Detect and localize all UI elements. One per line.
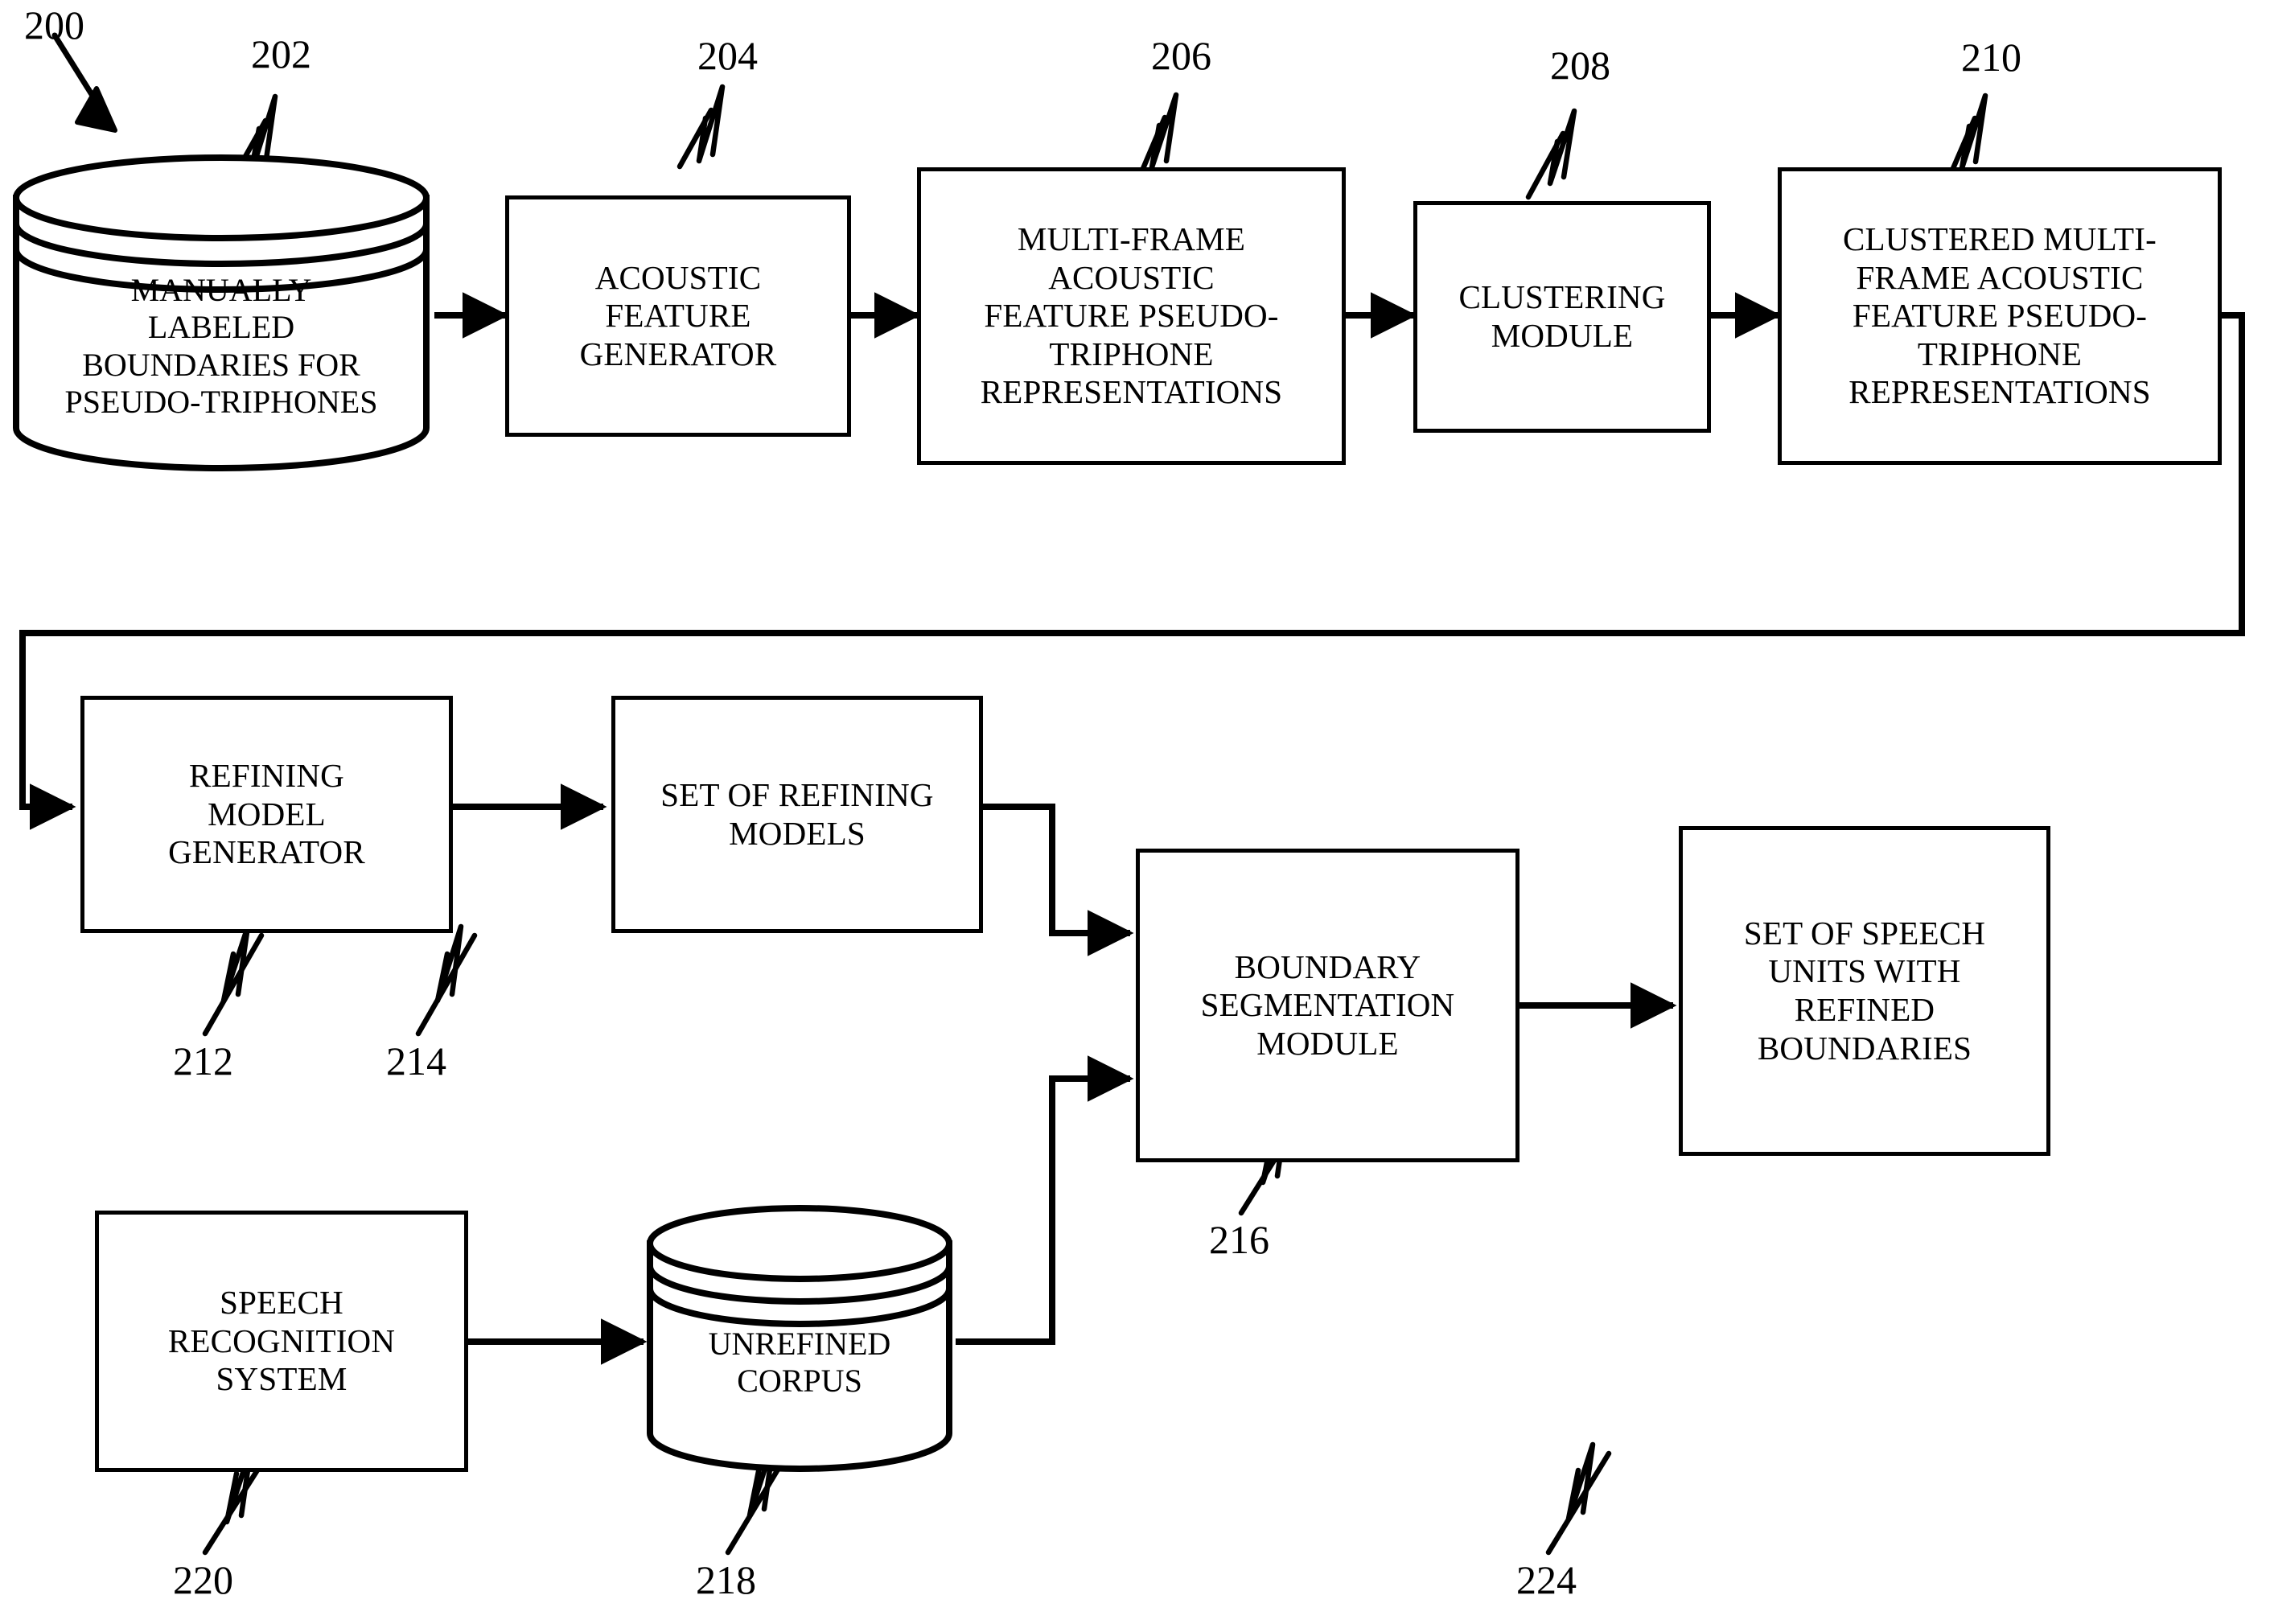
node-boundary-segmentation-module[interactable]: BOUNDARY SEGMENTATION MODULE [1136, 849, 1520, 1162]
node-210-label: CLUSTERED MULTI- FRAME ACOUSTIC FEATURE … [1842, 220, 2157, 411]
refnum-212: 212 [173, 1038, 233, 1083]
node-214-label: SET OF REFINING MODELS [660, 775, 934, 852]
node-220-label: SPEECH RECOGNITION SYSTEM [167, 1284, 396, 1398]
node-set-of-speech-units[interactable]: SET OF SPEECH UNITS WITH REFINED BOUNDAR… [1679, 826, 2050, 1156]
refnum-218: 218 [696, 1557, 756, 1602]
leader-200-head [75, 86, 117, 133]
refnum-224: 224 [1516, 1557, 1577, 1602]
refnum-210: 210 [1961, 35, 2021, 80]
node-206-label: MULTI-FRAME ACOUSTIC FEATURE PSEUDO- TRI… [980, 220, 1283, 411]
node-208-label: CLUSTERING MODULE [1458, 278, 1666, 354]
node-clustered-representations[interactable]: CLUSTERED MULTI- FRAME ACOUSTIC FEATURE … [1778, 167, 2222, 465]
refnum-206: 206 [1151, 33, 1211, 78]
patent-figure: MANUALLY LABELED BOUNDARIES FOR PSEUDO-T… [0, 0, 2270, 1624]
leader-204-squiggle [696, 84, 726, 164]
leader-212 [202, 932, 265, 1037]
database-unrefined-corpus: UNREFINED CORPUS [644, 1205, 956, 1478]
database-218-label: UNREFINED CORPUS [708, 1326, 891, 1400]
node-224-label: SET OF SPEECH UNITS WITH REFINED BOUNDAR… [1743, 914, 1986, 1067]
node-multiframe-representations[interactable]: MULTI-FRAME ACOUSTIC FEATURE PSEUDO- TRI… [917, 167, 1346, 465]
refnum-214: 214 [386, 1038, 446, 1083]
leader-208-squiggle [1547, 108, 1577, 187]
leader-212-squiggle [220, 923, 251, 1004]
node-216-label: BOUNDARY SEGMENTATION MODULE [1200, 948, 1455, 1062]
leader-206-squiggle [1149, 92, 1179, 171]
node-212-label: REFINING MODEL GENERATOR [168, 757, 365, 871]
node-204-label: ACOUSTIC FEATURE GENERATOR [579, 258, 777, 372]
leader-214 [415, 932, 478, 1037]
leader-214-squiggle [434, 923, 464, 1004]
node-acoustic-feature-generator[interactable]: ACOUSTIC FEATURE GENERATOR [505, 195, 851, 437]
refnum-200: 200 [24, 2, 84, 47]
refnum-220: 220 [173, 1557, 233, 1602]
connector-214-to-216 [983, 804, 1134, 956]
leader-224-squiggle [1565, 1441, 1596, 1522]
refnum-216: 216 [1209, 1217, 1269, 1262]
node-speech-recognition-system[interactable]: SPEECH RECOGNITION SYSTEM [95, 1211, 468, 1472]
connector-218-to-216 [956, 1055, 1134, 1345]
refnum-208: 208 [1550, 43, 1610, 88]
node-refining-model-generator[interactable]: REFINING MODEL GENERATOR [80, 696, 453, 933]
leader-210-squiggle [1959, 93, 1988, 171]
node-set-of-refining-models[interactable]: SET OF REFINING MODELS [611, 696, 983, 933]
database-manually-labeled-boundaries: MANUALLY LABELED BOUNDARIES FOR PSEUDO-T… [8, 151, 434, 473]
refnum-204: 204 [697, 33, 758, 78]
refnum-202: 202 [251, 31, 311, 76]
node-clustering-module[interactable]: CLUSTERING MODULE [1413, 201, 1711, 433]
database-202-label: MANUALLY LABELED BOUNDARIES FOR PSEUDO-T… [64, 272, 378, 421]
